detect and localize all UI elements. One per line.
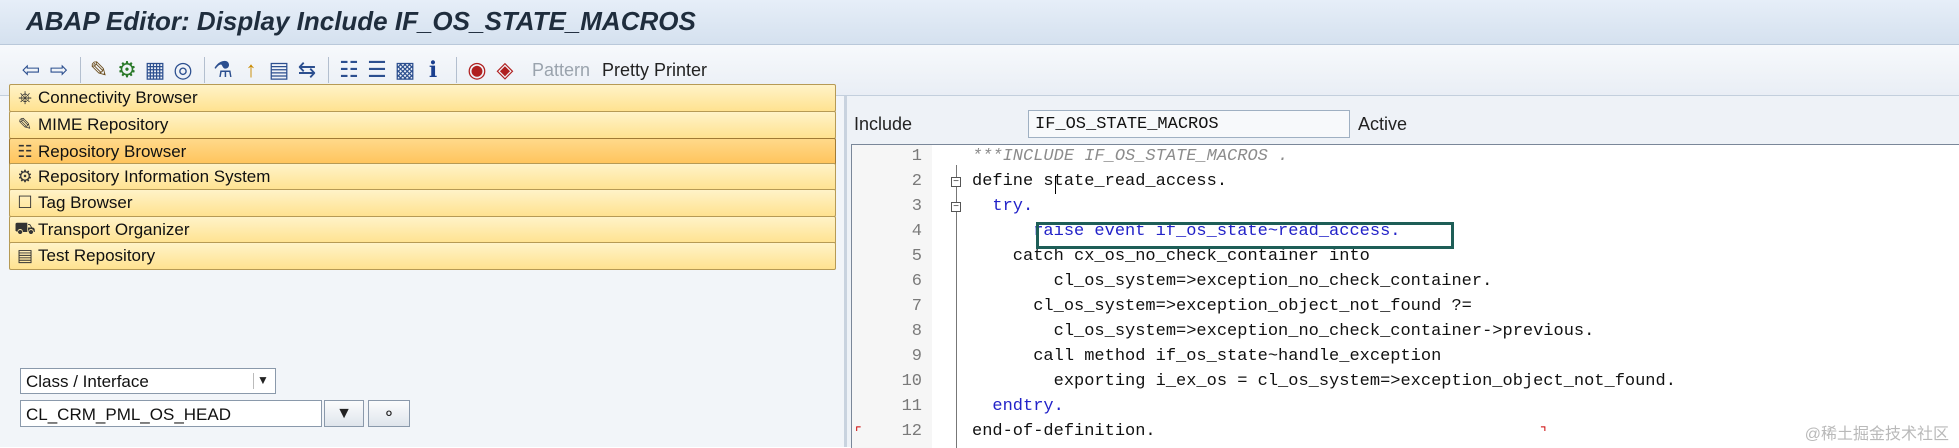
- chevron-down-icon[interactable]: ▼: [253, 373, 272, 389]
- nav-repository-information-system[interactable]: ⚙ Repository Information System: [9, 163, 836, 191]
- navigation-window-icon[interactable]: ▩: [390, 55, 420, 85]
- display-object-button[interactable]: ⚬: [368, 400, 410, 427]
- block-end-marker: ⌝: [1540, 424, 1547, 440]
- toolbar-separator: [204, 57, 205, 83]
- code-line: 2 − define state_read_access.: [911, 172, 1228, 191]
- nav-test-repository[interactable]: ▤ Test Repository: [9, 242, 836, 270]
- code-line: 8 cl_os_system=>exception_no_check_conta…: [911, 322, 1595, 341]
- test-repository-icon: ▤: [16, 246, 34, 265]
- code-line: 9 call method if_os_state~handle_excepti…: [911, 347, 1442, 366]
- toolbar-separator: [328, 57, 329, 83]
- other-object-icon[interactable]: ▦: [140, 55, 170, 85]
- display-change-icon[interactable]: ✎: [84, 55, 114, 85]
- highlight-box: [1036, 222, 1454, 249]
- watermark: @稀土掘金技术社区: [1804, 426, 1949, 443]
- chevron-down-icon: ▼: [336, 404, 352, 422]
- nav-connectivity-browser[interactable]: ⎈ Connectivity Browser: [9, 84, 836, 112]
- code-editor[interactable]: 1 ***INCLUDE IF_OS_STATE_MACROS . 2 − de…: [851, 144, 1959, 448]
- pattern-button: Pattern: [532, 60, 591, 80]
- code-line: 11 endtry.: [901, 397, 1064, 416]
- nav-mime-repository[interactable]: ✎ MIME Repository: [9, 111, 836, 139]
- title-bar: ABAP Editor: Display Include IF_OS_STATE…: [0, 0, 1959, 45]
- where-used-icon[interactable]: ◎: [168, 55, 198, 85]
- code-line: 3 − try.: [911, 197, 1034, 216]
- collapse-icon[interactable]: −: [951, 177, 961, 187]
- collapse-icon[interactable]: −: [951, 202, 961, 212]
- hierarchy-icon: ☷: [17, 142, 33, 161]
- display-icon[interactable]: ▤: [264, 55, 294, 85]
- pretty-printer-button[interactable]: Pretty Printer: [602, 60, 707, 81]
- back-icon[interactable]: ⇦: [16, 55, 46, 85]
- nav-tag-browser[interactable]: ☐ Tag Browser: [9, 189, 836, 217]
- display-object-list-icon[interactable]: ☰: [362, 55, 392, 85]
- code-line: 12 end-of-definition.: [901, 422, 1156, 441]
- status-active: Active: [1358, 114, 1408, 134]
- nav-repository-browser[interactable]: ☷ Repository Browser: [9, 138, 836, 166]
- code-line: 10 exporting i_ex_os = cl_os_system=>exc…: [901, 372, 1676, 391]
- block-start-marker: ⌜: [855, 424, 862, 440]
- test-icon[interactable]: ↑: [236, 55, 266, 85]
- forward-icon[interactable]: ⇨: [44, 55, 74, 85]
- nav-transport-organizer[interactable]: ⛟ Transport Organizer: [9, 216, 836, 244]
- mime-icon: ✎: [17, 115, 33, 134]
- code-line: 7 cl_os_system=>exception_object_not_fou…: [911, 297, 1472, 316]
- hierarchy-icon[interactable]: ☷: [334, 55, 364, 85]
- info-icon[interactable]: ℹ: [418, 55, 448, 85]
- include-name-field: IF_OS_STATE_MACROS: [1028, 110, 1350, 138]
- info-system-icon: ⚙: [17, 167, 33, 186]
- tag-icon: ☐: [17, 193, 33, 212]
- truck-icon: ⛟: [14, 219, 36, 238]
- glasses-icon: ⚬: [382, 405, 396, 423]
- toolbar-separator: [456, 57, 457, 83]
- navigate-icon[interactable]: ⇆: [292, 55, 322, 85]
- session-breakpoint-icon[interactable]: ◈: [490, 55, 520, 85]
- toolbar-separator: [80, 57, 81, 83]
- object-value-help-button[interactable]: ▼: [324, 400, 364, 427]
- connectivity-icon: ⎈: [18, 88, 32, 107]
- breakpoint-icon[interactable]: ◉: [462, 55, 492, 85]
- syntax-check-icon[interactable]: ⚗: [208, 55, 238, 85]
- code-line: 6 cl_os_system=>exception_no_check_conta…: [911, 272, 1493, 291]
- text-cursor: [1055, 176, 1056, 194]
- activate-icon[interactable]: ⚙: [112, 55, 142, 85]
- window-title: ABAP Editor: Display Include IF_OS_STATE…: [26, 6, 696, 36]
- object-name-input[interactable]: CL_CRM_PML_OS_HEAD: [20, 400, 322, 427]
- object-type-select[interactable]: Class / Interface ▼: [20, 368, 276, 394]
- code-line: 1 ***INCLUDE IF_OS_STATE_MACROS .: [911, 147, 1289, 166]
- include-label: Include: [854, 114, 913, 134]
